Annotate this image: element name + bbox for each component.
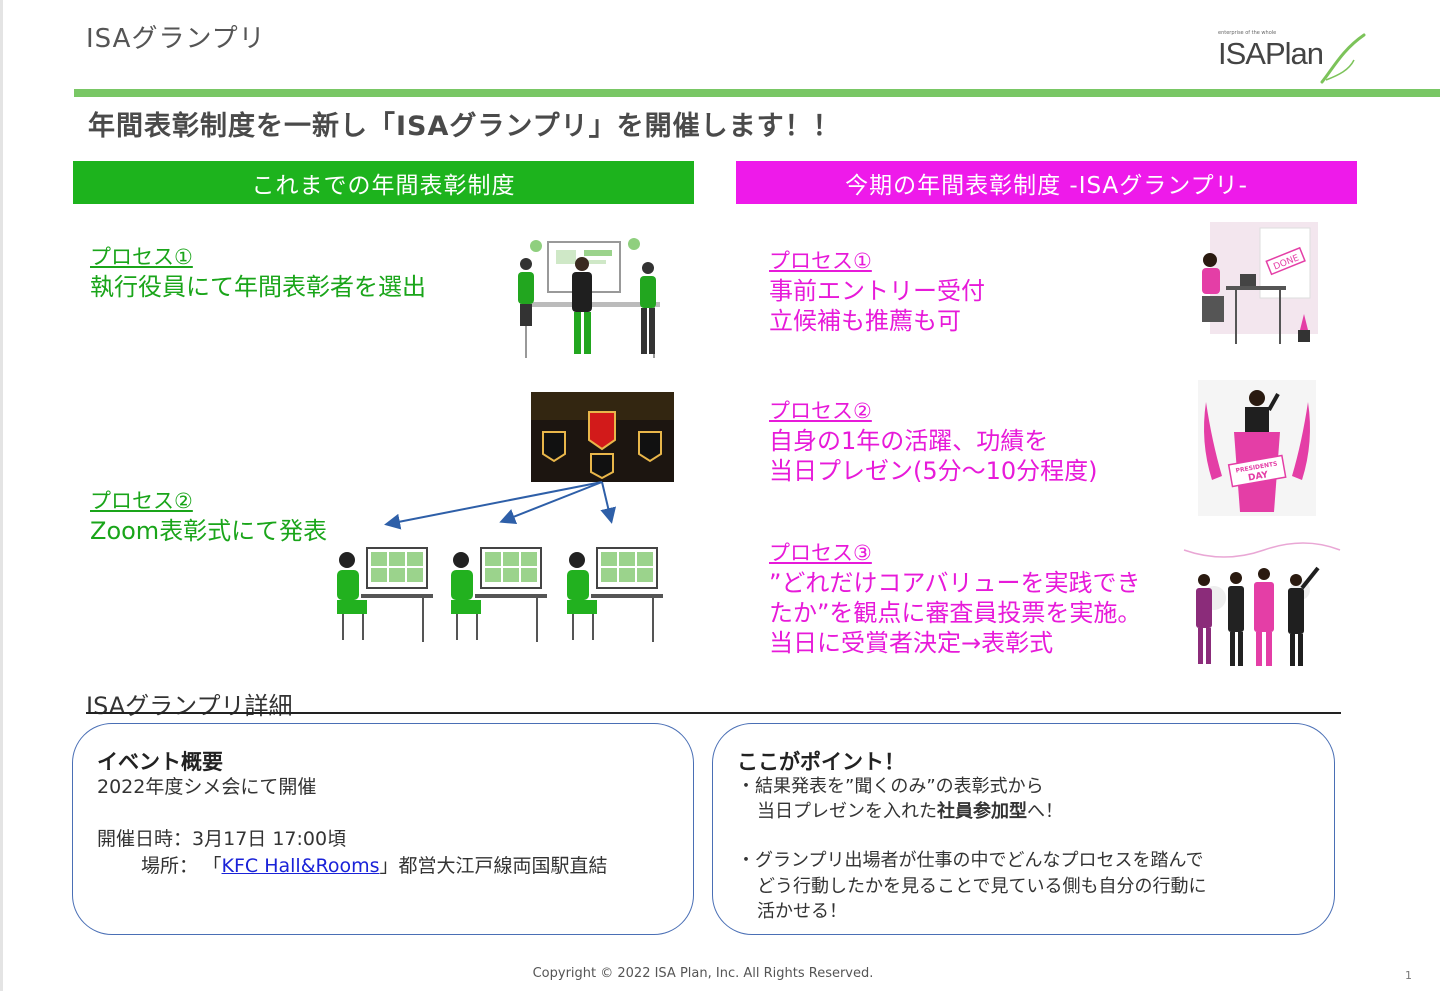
- event-summary-line: 2022年度シメ会にて開催: [97, 776, 317, 798]
- point-2-line-3: 活かせる！: [757, 901, 847, 922]
- event-place: 場所： 「KFC Hall&Rooms」都営大江戸線両国駅直結: [141, 855, 608, 877]
- point-1-line-1: ・結果発表を”聞くのみ”の表彰式から: [737, 776, 1044, 797]
- celebration-group-illustration: [1183, 542, 1341, 666]
- point-2-line-2: どう行動したかを見ることで見ている側も自分の行動に: [757, 876, 1207, 897]
- zoom-viewer-illustration-1: [337, 547, 433, 642]
- event-summary-box: イベント概要 2022年度シメ会にて開催 開催日時：3月17日 17:00頃 場…: [72, 723, 694, 935]
- key-points-title: ここがポイント！: [737, 750, 905, 774]
- point-1-line-2: 当日プレゼンを入れた社員参加型へ！: [757, 801, 1063, 822]
- zoom-viewer-illustration-3: [567, 547, 663, 642]
- event-place-label: 場所：: [141, 855, 199, 877]
- arrow-right: [600, 481, 617, 524]
- event-date: 開催日時：3月17日 17:00頃: [97, 826, 346, 852]
- venue-link[interactable]: KFC Hall&Rooms: [222, 855, 380, 877]
- venue-access: 」都営大江戸線両国駅直結: [379, 855, 608, 877]
- details-heading: ISAグランプリ詳細: [86, 692, 293, 720]
- key-points-box: ここがポイント！ ・結果発表を”聞くのみ”の表彰式から 当日プレゼンを入れた社員…: [712, 723, 1335, 935]
- arrow-left: [384, 481, 603, 530]
- point-2-line-1: ・グランプリ出場者が仕事の中でどんなプロセスを踏んで: [737, 850, 1204, 871]
- page-number: 1: [1405, 969, 1412, 982]
- event-summary-title: イベント概要: [97, 750, 223, 774]
- zoom-viewer-illustration-2: [451, 547, 547, 642]
- details-rule: [86, 712, 1341, 714]
- arrow-middle: [499, 481, 603, 525]
- copyright: Copyright © 2022 ISA Plan, Inc. All Righ…: [532, 966, 874, 981]
- employee-participation-emphasis: 社員参加型: [937, 801, 1027, 822]
- presidents-day-illustration: PRESIDENTS DAY: [1198, 380, 1316, 516]
- event-date-value: 3月17日 17:00頃: [192, 828, 347, 850]
- event-date-label: 開催日時：: [97, 828, 193, 850]
- entry-done-illustration: DONE: [1202, 222, 1318, 344]
